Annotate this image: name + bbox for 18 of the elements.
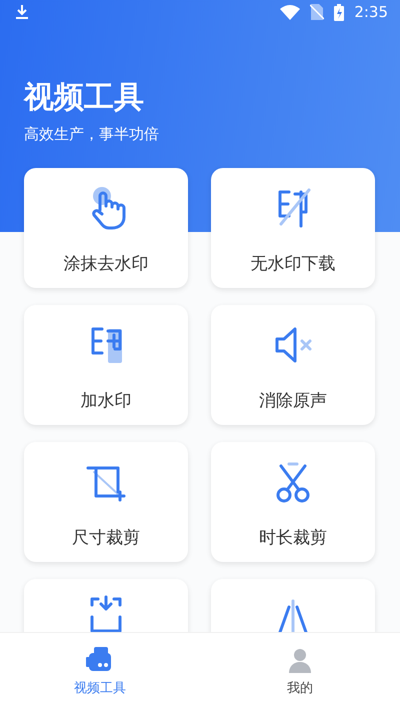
tool-card[interactable]: 涂抹去水印 (24, 168, 188, 288)
nav-tab[interactable]: 视频工具 (0, 633, 200, 711)
no-sim-icon (310, 4, 324, 20)
tool-card[interactable]: 消除原声 (211, 305, 375, 425)
user-icon (286, 647, 314, 673)
tool-card[interactable]: 尺寸裁剪 (24, 442, 188, 562)
battery-charging-icon (334, 4, 344, 20)
nav-tab[interactable]: 我的 (200, 633, 400, 711)
import-icon (90, 595, 122, 632)
tool-card[interactable]: 时长裁剪 (211, 442, 375, 562)
video-camera-icon (86, 647, 114, 673)
download-icon (14, 4, 30, 20)
wifi-icon (280, 4, 300, 20)
tool-card[interactable]: 无水印下载 (211, 168, 375, 288)
page-subtitle: 高效生产，事半功倍 (24, 124, 160, 144)
status-time: 2:35 (354, 3, 388, 21)
tool-card[interactable]: 加水印 (24, 305, 188, 425)
page-title: 视频工具 (24, 80, 145, 116)
